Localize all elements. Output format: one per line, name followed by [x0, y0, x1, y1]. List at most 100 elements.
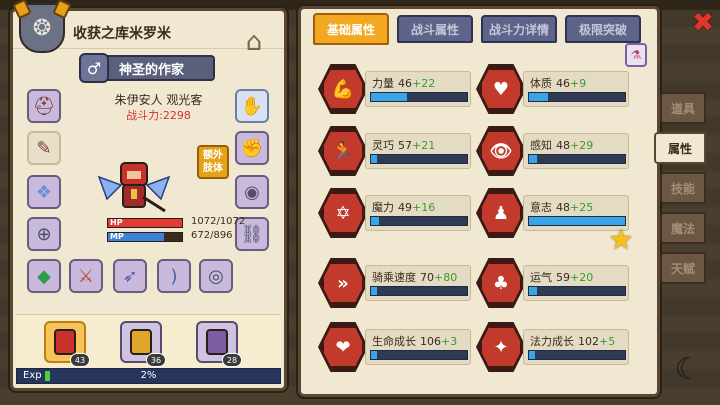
hanger-icon[interactable]: ⌂ [236, 29, 272, 55]
stat-bar-fill [371, 351, 377, 359]
stat-box: 感知 48+29 [523, 133, 629, 169]
stat-box: 体质 46+9 [523, 71, 629, 107]
member-level: 43 [70, 353, 90, 367]
glove-icon: ✋ [240, 95, 264, 117]
team-member[interactable]: 28 [196, 321, 242, 367]
stat-label: 法力成长 102+5 [530, 333, 615, 349]
bow-icon: ) [170, 265, 178, 287]
member-portrait [206, 329, 228, 355]
equip-slot-belt[interactable]: ◉ [235, 175, 269, 209]
member-level: 28 [222, 353, 242, 367]
stat-bar-fill [529, 93, 549, 101]
stat-bar-fill [371, 93, 408, 101]
stat-label: 感知 48+29 [530, 137, 593, 153]
stat-bar-fill [529, 155, 537, 163]
side-item-attributes[interactable]: 属性 [654, 132, 706, 164]
tab-combat-power-details[interactable]: 战斗力详情 [481, 15, 557, 43]
stat-box: 力量 46+22 [365, 71, 471, 107]
hp-row: HP 1072/1072 [107, 216, 247, 229]
stat-box: 生命成长 106+3 [365, 329, 471, 365]
stat-bar [528, 350, 626, 360]
exp-bar: Exp 2% [16, 368, 281, 384]
stat-label: 力量 46+22 [372, 75, 435, 91]
character-title: 收获之库米罗米 [73, 26, 171, 42]
hp-value: 1072/1072 [191, 216, 246, 227]
bow-corner-icon: ☾ [674, 352, 702, 387]
hp-bar: HP [107, 218, 183, 228]
stat-box: 运气 59+20 [523, 265, 629, 301]
stat-box: 骑乘速度 70+80 [365, 265, 471, 301]
male-icon: ♂ [79, 53, 109, 83]
stat-bonus-value: +21 [412, 139, 436, 152]
stat-bar [528, 286, 626, 296]
stat-base-value: 48 [556, 139, 570, 152]
exp-value: 2% [140, 370, 157, 381]
equip-slot-cape[interactable]: ✎ [27, 131, 61, 165]
close-icon[interactable]: ✖ [690, 10, 716, 36]
equip-slot-helmet[interactable]: ⛑ [27, 89, 61, 123]
stat-box: 法力成长 102+5 [523, 329, 629, 365]
mp-bar: MP [107, 232, 183, 242]
stat-name: 法力成长 [530, 335, 574, 348]
equip-slot-wings[interactable]: ❖ [27, 175, 61, 209]
member-portrait [54, 329, 76, 355]
stat-base-value: 57 [398, 139, 412, 152]
stat-bar-fill [529, 287, 537, 295]
star-icon[interactable]: ★ [607, 226, 635, 254]
stat-base-value: 46 [398, 77, 412, 90]
stat-bar [528, 92, 626, 102]
equip-slot-amulet[interactable]: ◆ [27, 259, 61, 293]
hero-emblem [131, 189, 137, 199]
extra-limb-button[interactable]: 额外肢体 [197, 145, 229, 179]
gauntlet-icon: ✊ [240, 137, 264, 159]
stat-name: 运气 [530, 271, 552, 284]
team-member[interactable]: 43 [44, 321, 90, 367]
guild-crest-icon[interactable]: ❂ [12, 0, 72, 53]
stat-bonus-value: +25 [570, 201, 594, 214]
mp-value: 672/896 [191, 230, 233, 241]
team-strip: 43 36 28 [16, 314, 281, 370]
stat-box: 魔力 49+16 [365, 195, 471, 231]
equip-slot-ring-2[interactable]: ◎ [199, 259, 233, 293]
side-item-items[interactable]: 道具 [660, 92, 706, 124]
hp-label: HP [110, 218, 123, 227]
side-item-magic[interactable]: 魔法 [660, 212, 706, 244]
stat-label: 魔力 49+16 [372, 199, 435, 215]
hero-sprite [97, 162, 171, 213]
side-item-talents[interactable]: 天赋 [660, 252, 706, 284]
stat-card: ✦ 法力成长 102+5 [476, 322, 629, 375]
potion-icon[interactable]: ⚗ [625, 43, 647, 67]
crest-wing-left [12, 0, 32, 20]
tab-combat-attributes[interactable]: 战斗属性 [397, 15, 473, 43]
equip-slot-weapon-1[interactable]: ⚔ [69, 259, 103, 293]
stat-name: 感知 [530, 139, 552, 152]
tab-basic-attributes[interactable]: 基础属性 [313, 13, 389, 45]
stat-bar [528, 154, 626, 164]
character-title-bar: ❂ 收获之库米罗米 ⌂ [12, 0, 284, 55]
stat-label: 意志 48+25 [530, 199, 593, 215]
equip-slot-weapon-3[interactable]: ) [157, 259, 191, 293]
stat-name: 意志 [530, 201, 552, 214]
stat-base-value: 46 [556, 77, 570, 90]
stat-name: 灵巧 [372, 139, 394, 152]
stat-bonus-value: +80 [434, 271, 458, 284]
spear-icon: ➶ [122, 265, 138, 287]
tab-limit-break[interactable]: 极限突破 [565, 15, 641, 43]
side-item-skills[interactable]: 技能 [660, 172, 706, 204]
stat-bar [370, 154, 468, 164]
team-member[interactable]: 36 [120, 321, 166, 367]
attribute-panel: 基础属性 战斗属性 战斗力详情 极限突破 ⚗ 💪 力量 46+22 ♥ 体质 46+9 🏃 灵… [298, 6, 660, 397]
stat-name: 力量 [372, 77, 394, 90]
hero-wing-left [97, 175, 123, 201]
equip-slot-gloves[interactable]: ✋ [235, 89, 269, 123]
helmet-icon: ⛑ [32, 95, 56, 117]
stat-card: ♥ 体质 46+9 [476, 64, 629, 117]
wings-icon: ❖ [35, 181, 53, 203]
stat-bar-fill [371, 217, 379, 225]
member-level: 36 [146, 353, 166, 367]
stat-bar-fill [371, 287, 377, 295]
equip-slot-armor[interactable]: ⊕ [27, 217, 61, 251]
equip-slot-gauntlet[interactable]: ✊ [235, 131, 269, 165]
equip-slot-weapon-2[interactable]: ➶ [113, 259, 147, 293]
stat-base-value: 48 [556, 201, 570, 214]
